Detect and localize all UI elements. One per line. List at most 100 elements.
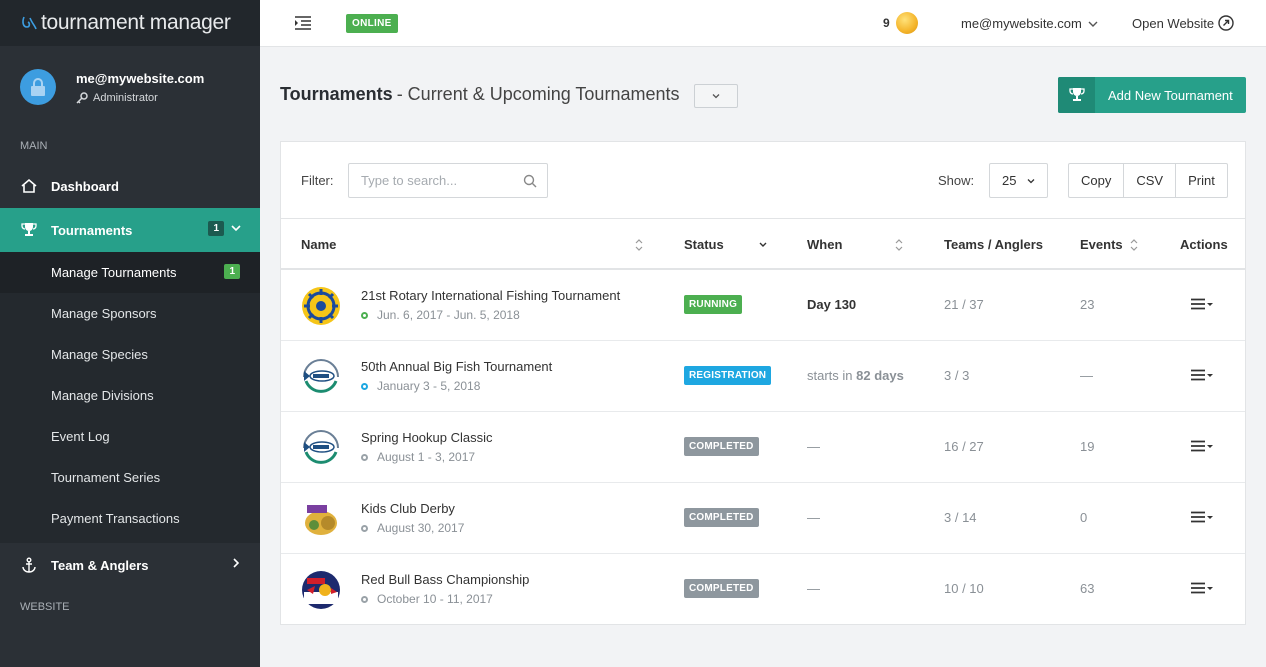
sort-desc-icon[interactable] (758, 240, 768, 250)
actions-menu-icon[interactable] (1190, 298, 1214, 310)
view-dropdown[interactable] (694, 84, 738, 108)
column-header-name[interactable]: Name (301, 237, 336, 252)
add-new-tournament-button[interactable]: Add New Tournament (1058, 77, 1246, 113)
column-header-status[interactable]: Status (684, 237, 724, 252)
tournaments-submenu: Manage Tournaments 1 Manage Sponsors Man… (0, 252, 260, 543)
show-label: Show: (938, 173, 975, 188)
print-button[interactable]: Print (1176, 164, 1227, 197)
lock-icon (31, 78, 45, 96)
status-dot-icon (361, 311, 368, 319)
tournament-logo (301, 428, 341, 468)
copy-button[interactable]: Copy (1069, 164, 1125, 197)
sidebar-item-label: Tournaments (51, 222, 133, 238)
when-prefix: starts in (807, 368, 857, 383)
sidebar-item-tournaments[interactable]: Tournaments 1 (0, 208, 260, 252)
sidebar-item-manage-tournaments[interactable]: Manage Tournaments 1 (0, 252, 260, 293)
when-prefix: — (807, 581, 820, 596)
sort-icon[interactable] (894, 238, 904, 252)
tournament-name[interactable]: 21st Rotary International Fishing Tourna… (361, 288, 620, 303)
section-main-label: MAIN (20, 140, 48, 152)
tournaments-card: Filter: Show: 25 Copy CSV Print Name Sta… (280, 141, 1246, 625)
brand-name: tournament manager (41, 11, 231, 34)
sidebar-subitem-label: Manage Tournaments (51, 265, 177, 280)
table-body: 21st Rotary International Fishing Tourna… (281, 270, 1245, 625)
when-cell: — (807, 439, 820, 454)
status-badge: COMPLETED (684, 579, 759, 598)
teams-anglers-cell: 3 / 14 (944, 510, 977, 525)
when-prefix: — (807, 510, 820, 525)
table-row[interactable]: 21st Rotary International Fishing Tourna… (281, 270, 1245, 341)
status-dot-icon (361, 382, 368, 390)
status-dot-icon (361, 453, 368, 461)
teams-anglers-cell: 16 / 27 (944, 439, 984, 454)
tournament-dates-text: August 30, 2017 (377, 521, 465, 535)
events-cell: 23 (1080, 297, 1095, 312)
tournament-logo (301, 286, 341, 326)
table-row[interactable]: Red Bull Bass Championship October 10 - … (281, 554, 1245, 625)
tournament-logo (301, 570, 341, 610)
page-title: Tournaments - Current & Upcoming Tournam… (280, 84, 679, 105)
sidebar-item-team-anglers[interactable]: Team & Anglers (0, 543, 260, 587)
filter-label: Filter: (301, 173, 334, 188)
sidebar-item-event-log[interactable]: Event Log (0, 416, 260, 457)
user-email: me@mywebsite.com (76, 70, 205, 86)
chevron-down-icon (231, 225, 241, 232)
export-button-group: Copy CSV Print (1068, 163, 1228, 198)
open-website-label: Open Website (1132, 15, 1215, 31)
open-website-link[interactable]: Open Website (1132, 15, 1234, 31)
menu-toggle-icon[interactable] (294, 15, 312, 31)
tournament-logo (301, 499, 341, 539)
page-size-select[interactable]: 25 (989, 163, 1048, 198)
sidebar-item-label: Dashboard (51, 178, 119, 194)
table-row[interactable]: Kids Club Derby August 30, 2017 COMPLETE… (281, 483, 1245, 554)
actions-menu-icon[interactable] (1190, 440, 1214, 452)
sidebar-item-payment-transactions[interactable]: Payment Transactions (0, 498, 260, 539)
key-icon (76, 91, 88, 104)
sort-icon[interactable] (634, 238, 644, 252)
page-size-value: 25 (1002, 173, 1017, 188)
tournament-name[interactable]: 50th Annual Big Fish Tournament (361, 359, 552, 374)
column-header-when[interactable]: When (807, 237, 842, 252)
tournament-name[interactable]: Kids Club Derby (361, 501, 455, 516)
sidebar-subitem-label: Manage Divisions (51, 388, 154, 403)
sidebar-item-manage-divisions[interactable]: Manage Divisions (0, 375, 260, 416)
add-new-tournament-label: Add New Tournament (1108, 87, 1233, 103)
actions-menu-icon[interactable] (1190, 582, 1214, 594)
tournament-dates: October 10 - 11, 2017 (361, 592, 493, 606)
tournament-name[interactable]: Spring Hookup Classic (361, 430, 493, 445)
events-cell: — (1080, 368, 1093, 383)
csv-button[interactable]: CSV (1124, 164, 1177, 197)
user-role: Administrator (76, 92, 204, 104)
status-badge: RUNNING (684, 295, 743, 314)
tournament-name[interactable]: Red Bull Bass Championship (361, 572, 529, 587)
tournament-dates: Jun. 6, 2017 - Jun. 5, 2018 (361, 308, 520, 322)
sidebar-item-manage-sponsors[interactable]: Manage Sponsors (0, 293, 260, 334)
actions-menu-icon[interactable] (1190, 511, 1214, 523)
sidebar-item-tournament-series[interactable]: Tournament Series (0, 457, 260, 498)
user-block: me@mywebsite.com Administrator (0, 46, 260, 128)
column-header-events[interactable]: Events (1080, 237, 1123, 252)
tournament-dates: January 3 - 5, 2018 (361, 379, 480, 393)
brand[interactable]: tournament manager (0, 0, 260, 46)
table-row[interactable]: 50th Annual Big Fish Tournament January … (281, 341, 1245, 412)
search-box[interactable] (348, 163, 548, 198)
tournament-dates: August 30, 2017 (361, 521, 464, 535)
sidebar: tournament manager me@mywebsite.com Admi… (0, 0, 260, 667)
coin-count: 9 (883, 16, 890, 30)
topbar: ONLINE 9 me@mywebsite.com Open Website (260, 0, 1266, 47)
sidebar-subitem-label: Payment Transactions (51, 511, 180, 526)
table-row[interactable]: Spring Hookup Classic August 1 - 3, 2017… (281, 412, 1245, 483)
events-cell: 0 (1080, 510, 1088, 525)
sort-icon[interactable] (1129, 238, 1139, 252)
coin-balance[interactable]: 9 (883, 12, 918, 34)
actions-menu-icon[interactable] (1190, 369, 1214, 381)
events-cell: 19 (1080, 439, 1095, 454)
search-input[interactable] (349, 164, 509, 197)
sidebar-subitem-label: Manage Sponsors (51, 306, 157, 321)
account-menu[interactable]: me@mywebsite.com (961, 16, 1098, 31)
sidebar-item-dashboard[interactable]: Dashboard (0, 164, 260, 208)
user-role-label: Administrator (93, 91, 158, 104)
sidebar-item-manage-species[interactable]: Manage Species (0, 334, 260, 375)
tournament-dates-text: October 10 - 11, 2017 (377, 592, 493, 606)
avatar[interactable] (20, 69, 56, 105)
